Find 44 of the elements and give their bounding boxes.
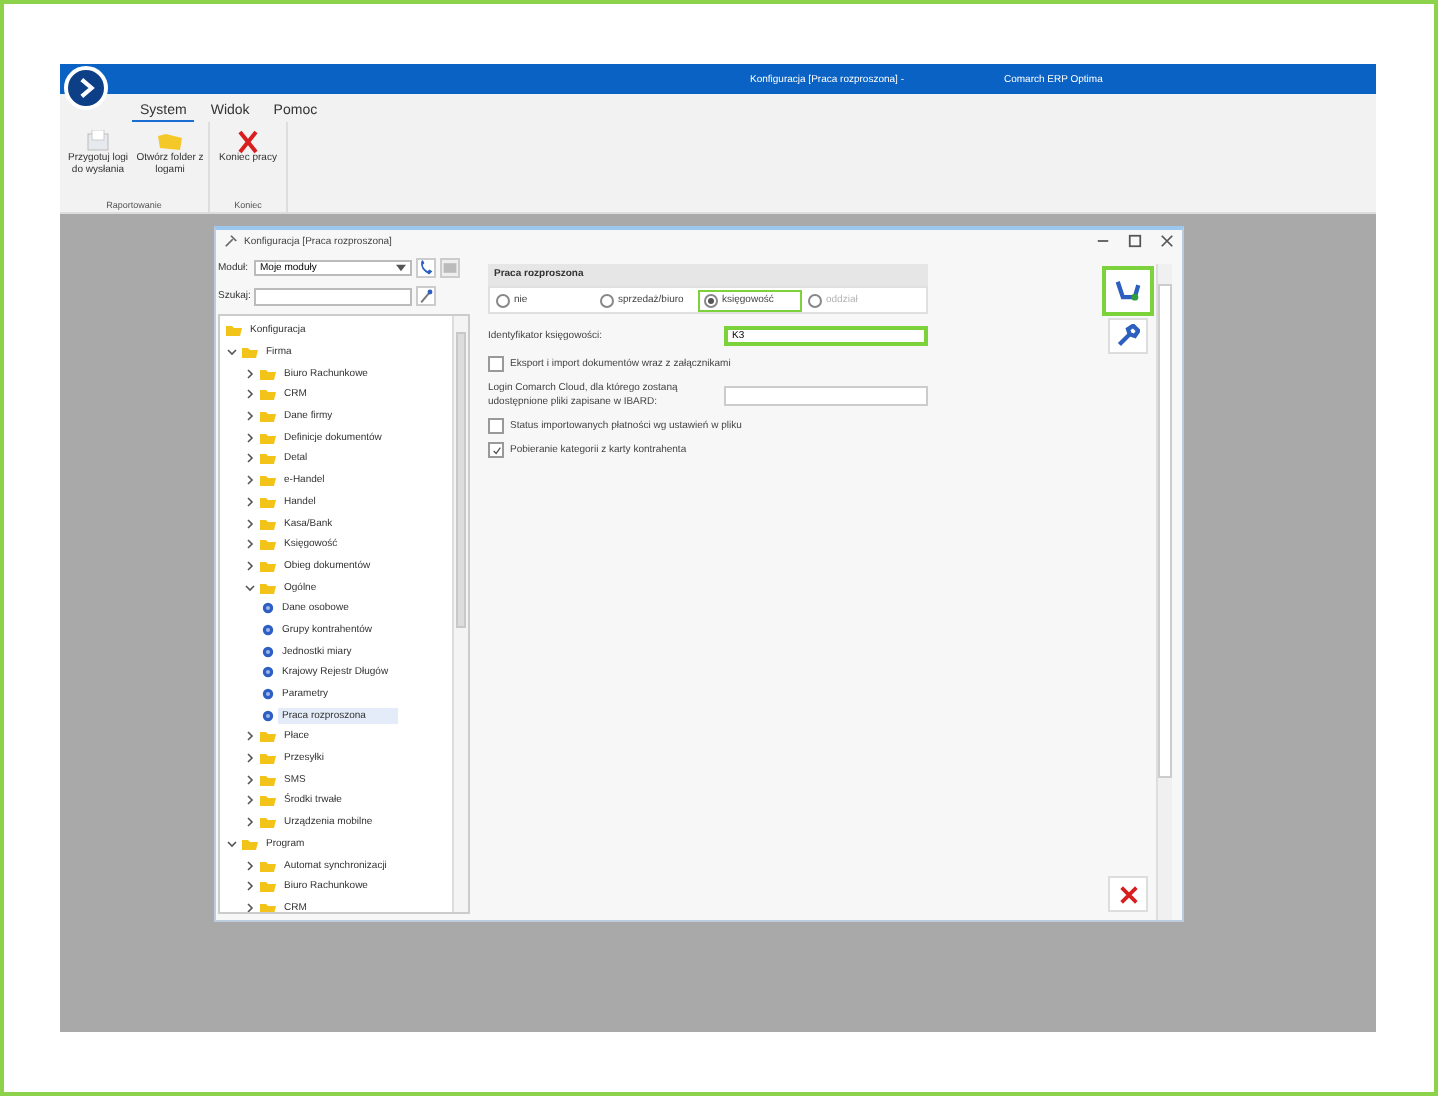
scrollbar[interactable] <box>452 316 468 912</box>
chevron-right-icon[interactable] <box>244 474 256 487</box>
minimize-icon[interactable] <box>1096 234 1110 248</box>
chevron-right-icon[interactable] <box>244 730 256 743</box>
chevron-down-icon[interactable] <box>244 581 256 594</box>
chevron-right-icon[interactable] <box>244 410 256 423</box>
chevron-down-icon[interactable] <box>226 346 238 359</box>
close-icon <box>1117 883 1139 905</box>
chevron-right-icon[interactable] <box>244 752 256 765</box>
chevron-right-icon[interactable] <box>244 880 256 893</box>
note-icon <box>442 260 458 276</box>
search-field[interactable] <box>254 287 412 305</box>
chevron-right-icon[interactable] <box>244 452 256 465</box>
close-icon <box>234 130 262 154</box>
checkmark-icon <box>491 445 501 455</box>
phone-button[interactable] <box>416 258 436 278</box>
folder-icon <box>156 130 184 154</box>
phone-icon <box>418 260 434 276</box>
chevron-right-icon[interactable] <box>244 773 256 786</box>
chevron-down-icon[interactable] <box>226 837 238 850</box>
chevron-right-icon[interactable] <box>244 859 256 872</box>
maximize-icon[interactable] <box>1128 234 1142 248</box>
chevron-right-icon[interactable] <box>244 559 256 572</box>
save-button[interactable] <box>1102 266 1154 316</box>
chevron-right-icon[interactable] <box>244 388 256 401</box>
logo-icon <box>64 66 108 110</box>
chevron-right-icon[interactable] <box>244 816 256 829</box>
document-icon <box>84 130 112 154</box>
chevron-right-icon[interactable] <box>244 538 256 551</box>
chevron-right-icon[interactable] <box>244 495 256 508</box>
chevron-right-icon[interactable] <box>244 901 256 912</box>
chevron-right-icon[interactable] <box>244 367 256 380</box>
close-icon[interactable] <box>1160 234 1174 248</box>
search-button[interactable] <box>416 286 436 306</box>
cart-check-icon <box>1114 279 1142 303</box>
text-field[interactable] <box>724 386 928 406</box>
chevron-right-icon[interactable] <box>244 794 256 807</box>
scrollbar[interactable] <box>1156 264 1172 920</box>
chevron-right-icon[interactable] <box>244 431 256 444</box>
wrench-button[interactable] <box>1108 318 1148 354</box>
chevron-right-icon[interactable] <box>244 517 256 530</box>
pipette-icon <box>418 288 434 304</box>
dropdown-arrow-icon <box>396 264 406 272</box>
close-button[interactable] <box>1108 876 1148 912</box>
